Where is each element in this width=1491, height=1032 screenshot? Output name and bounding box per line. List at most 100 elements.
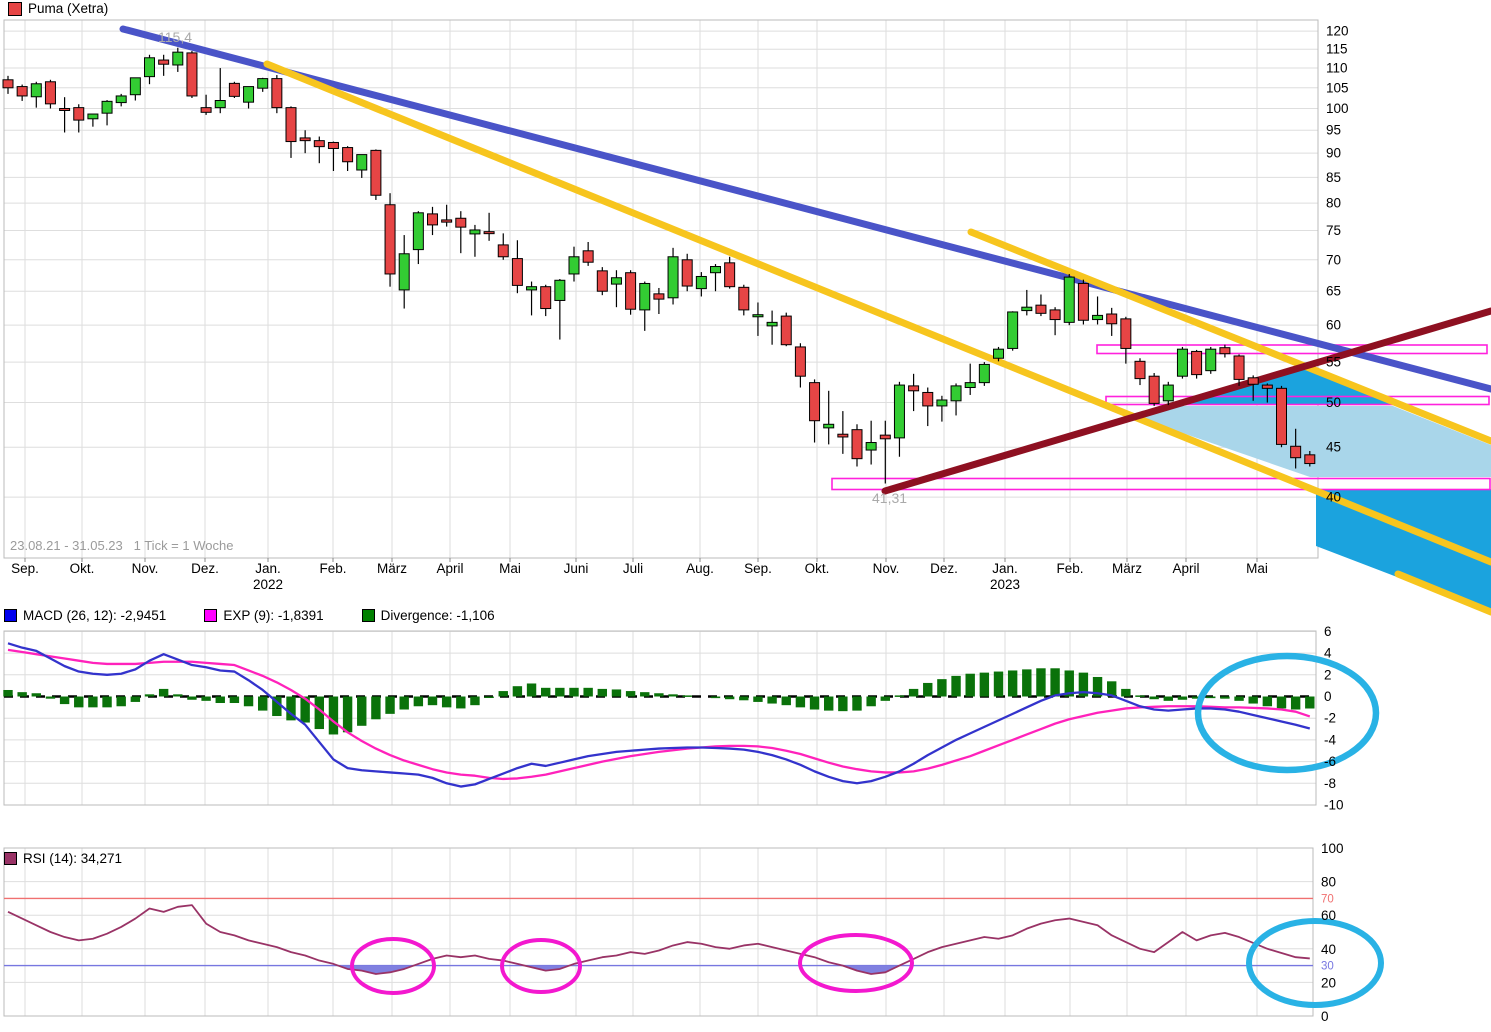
svg-text:95: 95 [1326,123,1341,138]
candle-up [639,282,651,311]
candle-up [865,442,877,451]
svg-text:4: 4 [1324,646,1332,661]
candle-up [823,423,835,429]
svg-text:-2: -2 [1324,711,1336,726]
rsi-swatch [4,852,17,865]
svg-text:2022: 2022 [253,577,283,592]
candle-down [809,382,821,422]
candle-down [2,79,14,89]
candle-down [497,244,509,258]
chart-canvas: 120115110105100959085807570656055504540S… [2,19,1491,1024]
rsi-70-label: 70 [1321,893,1334,905]
candle-up [610,277,622,285]
candle-down [780,315,792,346]
candle-up [1205,348,1217,372]
candle-up [115,95,127,104]
candle-down [271,78,283,109]
candle-up [766,321,778,327]
svg-text:50: 50 [1326,395,1341,410]
candle-down [44,81,56,105]
candle-down [724,262,736,288]
candle-down [384,204,396,275]
candle-down [1077,282,1089,321]
candle-up [1007,311,1019,349]
candle-up [243,86,255,103]
candle-down [483,231,495,235]
candle-down [1304,454,1316,465]
candle-up [469,229,481,235]
candle-up [101,100,113,114]
candle-down [1106,313,1118,325]
candle-down [285,107,297,143]
candle-down [653,293,665,300]
macd-highlight-circle [1194,652,1380,774]
svg-text:60: 60 [1326,318,1341,333]
chart-period-note: 23.08.21 - 31.05.23 1 Tick = 1 Woche [10,538,234,553]
svg-text:-6: -6 [1324,754,1336,769]
divergence-legend-label: Divergence: -1,106 [380,608,495,623]
candle-down [327,141,339,149]
downtrend-blue [119,25,1491,393]
svg-text:Sep.: Sep. [11,561,39,576]
candle-down [738,286,750,311]
candle-down [200,107,212,113]
divergence-swatch [361,609,375,622]
candle-up [936,399,948,407]
instrument-legend: Puma (Xetra) [8,1,108,16]
rsi-axis: 100 80 60 40 20 0 70 30 [1321,841,1344,1024]
candle-up [30,83,42,98]
candle-down [922,391,934,407]
candle-down [73,107,85,121]
svg-text:55: 55 [1326,355,1341,370]
candle-down [186,52,198,97]
candle-up [568,256,580,275]
macd-axis: 6 4 2 0 -2 -4 -6 -8 -10 [1324,624,1344,813]
svg-text:75: 75 [1326,223,1341,238]
candle-down [1276,387,1287,445]
candle-up [412,212,424,251]
candle-up [526,286,538,291]
svg-text:Feb.: Feb. [1056,561,1083,576]
candle-up [950,385,962,402]
trendlines [119,25,1491,616]
svg-text:-8: -8 [1324,776,1336,791]
candle-up [695,275,707,290]
macd-legend: MACD (26, 12): -2,9451 EXP (9): -1,8391 … [4,608,495,623]
svg-text:6: 6 [1324,624,1332,639]
candle-up [1063,276,1075,323]
svg-text:0: 0 [1321,1009,1329,1024]
svg-text:Okt.: Okt. [70,561,95,576]
candle-down [625,272,637,310]
candle-up [893,384,905,439]
svg-text:115: 115 [1326,42,1348,57]
candle-up [172,51,184,66]
candle-down [59,107,71,111]
exp-swatch [204,609,218,622]
svg-text:20: 20 [1321,975,1336,990]
rsi-legend-label: RSI (14): 34,271 [23,851,123,866]
candle-up [1092,314,1104,321]
svg-text:85: 85 [1326,170,1341,185]
candle-up [554,279,566,301]
candle-up [667,256,679,299]
rsi-highlight-circle [1246,918,1384,1008]
svg-text:105: 105 [1326,80,1349,95]
svg-text:80: 80 [1321,875,1336,890]
svg-text:April: April [436,561,463,576]
svg-text:Mai: Mai [1246,561,1268,576]
candle-down [1148,375,1160,404]
svg-text:70: 70 [1326,252,1341,267]
svg-text:Juli: Juli [623,561,643,576]
candle-down [455,217,467,228]
candle-down [1290,445,1302,459]
candle-up [1021,306,1033,312]
divergence-bars [3,668,1315,735]
candle-down [794,346,806,377]
candle-down [1233,355,1245,380]
candle-down [427,213,438,226]
svg-text:März: März [1112,561,1142,576]
candle-down [16,86,28,97]
candle-down [1134,360,1146,380]
price-annotation: 41,31 [872,490,907,506]
candle-down [1247,377,1259,385]
